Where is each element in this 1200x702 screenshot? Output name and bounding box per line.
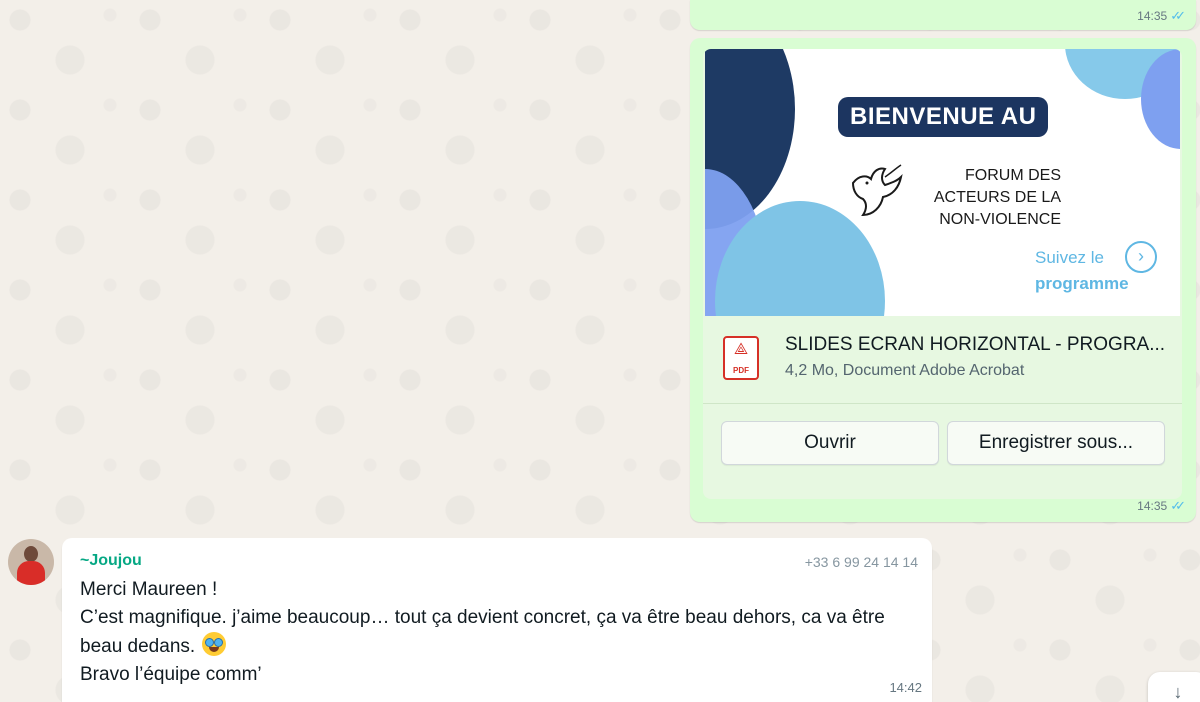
document-preview-image[interactable]: BIENVENUE AU FORUM DES ACTEURS DE LA NON… [705, 49, 1180, 316]
arrow-down-icon: ↓ [1173, 682, 1183, 702]
forum-line: NON-VIOLENCE [939, 211, 1061, 228]
double-check-icon: ✓✓ [1170, 8, 1186, 23]
chevron-right-icon: › [1125, 241, 1157, 273]
star-struck-emoji-icon [202, 632, 227, 656]
file-meta: 4,2 Mo, Document Adobe Acrobat [785, 362, 1025, 379]
message-meta: 14:42 [889, 680, 922, 695]
scroll-to-bottom-button[interactable]: ↓ [1148, 672, 1200, 702]
message-line: C’est magnifique. j’aime beaucoup… tout … [80, 607, 885, 657]
file-info-row[interactable]: ⟁ PDF SLIDES ECRAN HORIZONTAL - PROGRA..… [703, 316, 1182, 404]
double-check-icon: ✓✓ [1170, 498, 1186, 513]
message-text: Merci Maureen ! C’est magnifique. j’aime… [80, 576, 920, 689]
avatar-body [17, 561, 45, 585]
message-time: 14:35 [1137, 499, 1168, 513]
message-meta: 14:35 ✓✓ [1137, 8, 1186, 24]
message-time: 14:42 [889, 680, 922, 695]
preview-banner: BIENVENUE AU [838, 97, 1049, 137]
suivez-line: Suivez le [1035, 248, 1104, 267]
outgoing-message-bubble[interactable]: 14:35 ✓✓ [690, 0, 1196, 30]
save-as-button[interactable]: Enregistrer sous... [947, 421, 1165, 465]
incoming-message-bubble[interactable]: ~Joujou +33 6 99 24 14 14 Merci Maureen … [62, 538, 932, 702]
message-line-with-emoji: C’est magnifique. j’aime beaucoup… tout … [80, 604, 920, 661]
document-card[interactable]: BIENVENUE AU FORUM DES ACTEURS DE LA NON… [703, 49, 1182, 499]
outgoing-document-bubble[interactable]: BIENVENUE AU FORUM DES ACTEURS DE LA NON… [690, 38, 1196, 522]
sender-phone: +33 6 99 24 14 14 [804, 554, 918, 570]
message-line: Merci Maureen ! [80, 579, 218, 600]
forum-line: ACTEURS DE LA [933, 189, 1061, 206]
sender-name[interactable]: ~Joujou [80, 552, 142, 570]
suivez-line-bold: programme [1035, 274, 1129, 293]
preview-forum-title: FORUM DES ACTEURS DE LA NON-VIOLENCE [891, 165, 1061, 231]
pdf-icon-label: PDF [733, 366, 749, 375]
avatar-head [24, 546, 38, 562]
open-button[interactable]: Ouvrir [721, 421, 939, 465]
file-name: SLIDES ECRAN HORIZONTAL - PROGRA... [785, 334, 1166, 355]
forum-line: FORUM DES [965, 167, 1061, 184]
message-time: 14:35 [1137, 9, 1168, 23]
sender-avatar[interactable] [8, 539, 54, 585]
message-line: Bravo l’équipe comm’ [80, 664, 262, 685]
acrobat-icon: ⟁ [733, 341, 749, 358]
pdf-file-icon: ⟁ PDF [723, 336, 759, 380]
message-meta: 14:35 ✓✓ [1137, 498, 1186, 514]
preview-suivez-text: Suivez le programme [1035, 245, 1129, 297]
